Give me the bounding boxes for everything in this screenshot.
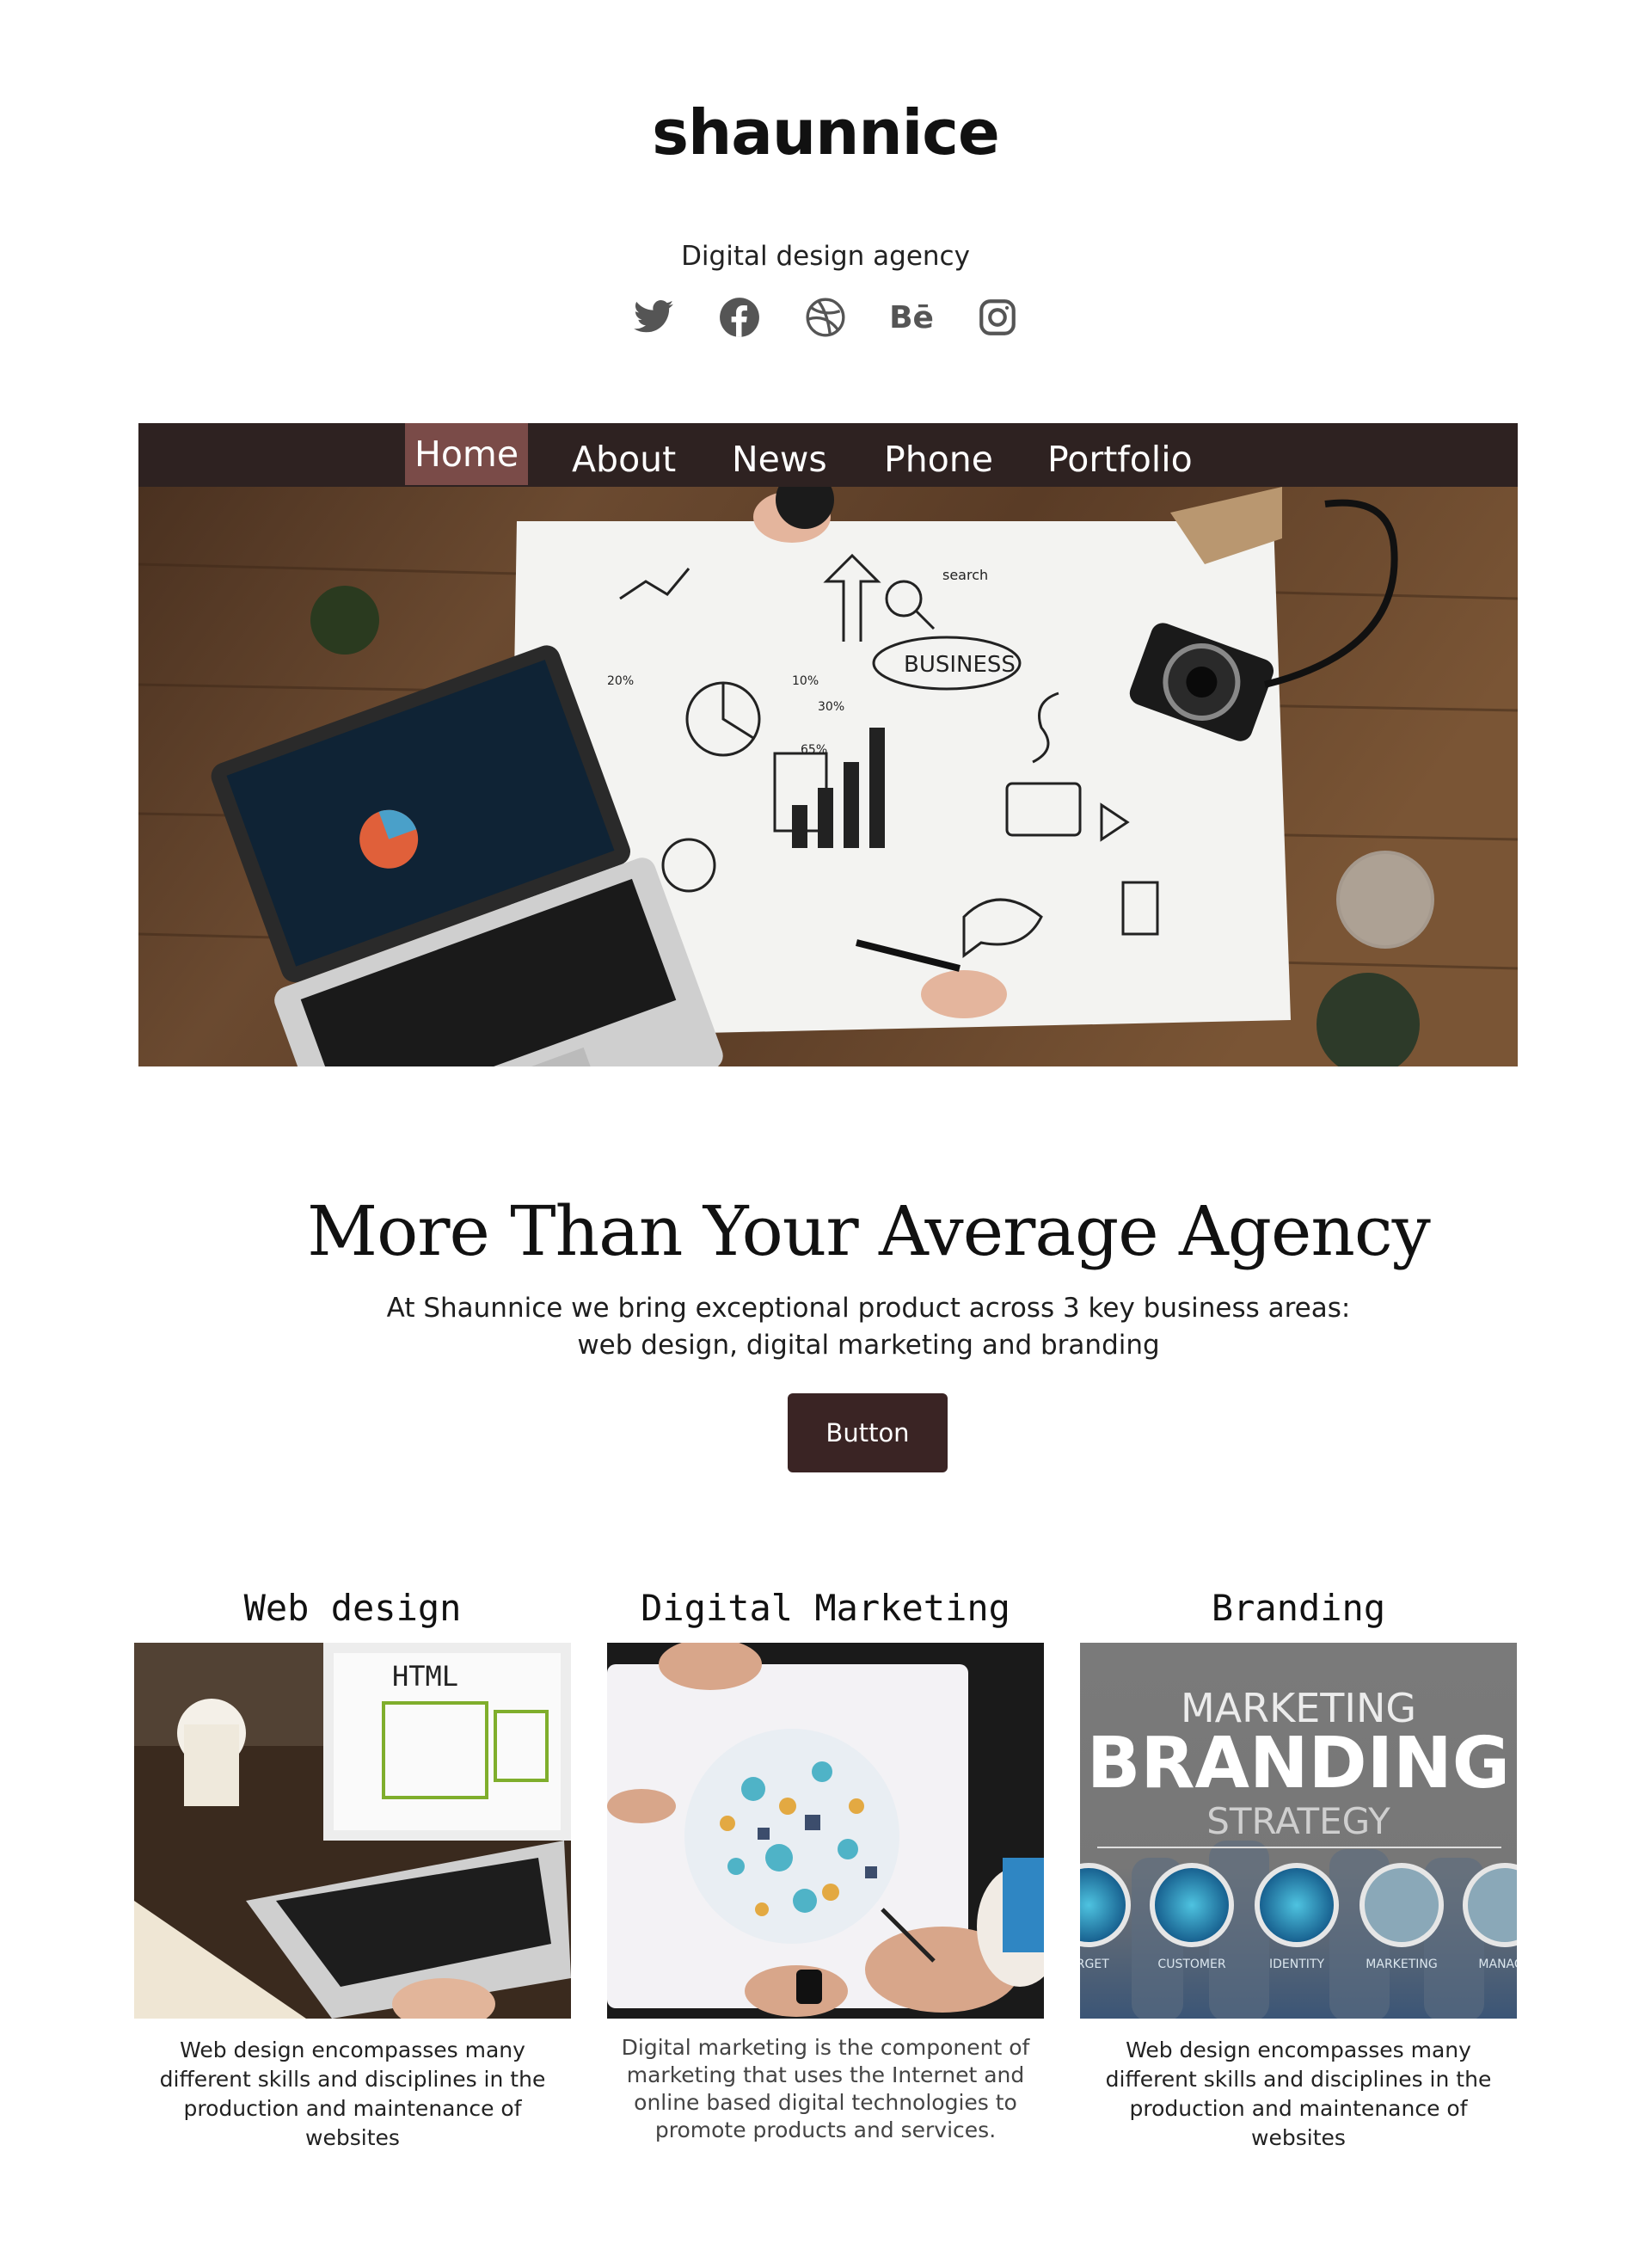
facebook-icon[interactable] [718,296,761,339]
nav-portfolio[interactable]: Portfolio [1038,423,1202,487]
service-title: Digital Marketing [641,1587,1010,1629]
svg-text:IDENTITY: IDENTITY [1269,1958,1324,1971]
svg-text:BUSINESS: BUSINESS [904,652,1016,678]
service-title: Branding [1211,1587,1386,1629]
service-description: Web design encompasses many different sk… [159,2038,546,2150]
service-title: Web design [243,1587,462,1629]
nav-home[interactable]: Home [405,423,529,485]
tagline: Digital design agency [681,241,970,272]
service-description: Web design encompasses many different sk… [1105,2038,1492,2150]
web-design-image: HTML [134,1643,571,2019]
nav-phone[interactable]: Phone [875,423,1003,487]
svg-text:65%: 65% [801,743,827,757]
hero: Home About News Phone Portfolio BUSINESS… [138,423,1518,1066]
svg-text:HTML: HTML [392,1660,458,1693]
hero-image: BUSINESS search 20% 10% 30% 65% [138,487,1518,1066]
service-card-web-design: Web design HTML Web design encompasses m… [134,1583,571,2153]
service-card-digital-marketing: Digital Marketing Digital marketing is t… [607,1583,1044,2144]
instagram-icon[interactable] [976,296,1019,339]
page-headline: More Than Your Average Agency [307,1191,1431,1271]
svg-text:30%: 30% [818,700,844,714]
site-logo[interactable]: shaunnice [0,96,1651,169]
social-links: Bē [0,296,1651,339]
svg-text:10%: 10% [792,674,819,688]
digital-marketing-image [607,1643,1044,2019]
cta-button[interactable]: Button [788,1393,948,1472]
nav-about[interactable]: About [562,423,685,487]
svg-text:MANAGE: MANAGE [1478,1958,1517,1971]
svg-text:BRANDING: BRANDING [1087,1723,1510,1804]
intro-text: At Shaunnice we bring exceptional produc… [386,1293,1351,1361]
twitter-icon[interactable] [632,296,675,339]
svg-text:ARGET: ARGET [1080,1958,1109,1971]
branding-image: MARKETING BRANDING STRATEGY ARGET CUSTOM… [1080,1643,1517,2019]
svg-text:MARKETING: MARKETING [1366,1958,1437,1971]
svg-text:20%: 20% [607,674,634,688]
dribbble-icon[interactable] [804,296,847,339]
svg-text:STRATEGY: STRATEGY [1206,1800,1390,1842]
svg-text:CUSTOMER: CUSTOMER [1157,1958,1225,1971]
main-nav: Home About News Phone Portfolio [138,423,1518,487]
behance-icon[interactable]: Bē [889,296,934,339]
service-card-branding: Branding MARKETING BRANDING STRATEGY RGE… [1080,1583,1517,2153]
service-description: Digital marketing is the component of ma… [621,2035,1030,2142]
nav-news[interactable]: News [722,423,837,487]
svg-text:search: search [942,567,988,583]
